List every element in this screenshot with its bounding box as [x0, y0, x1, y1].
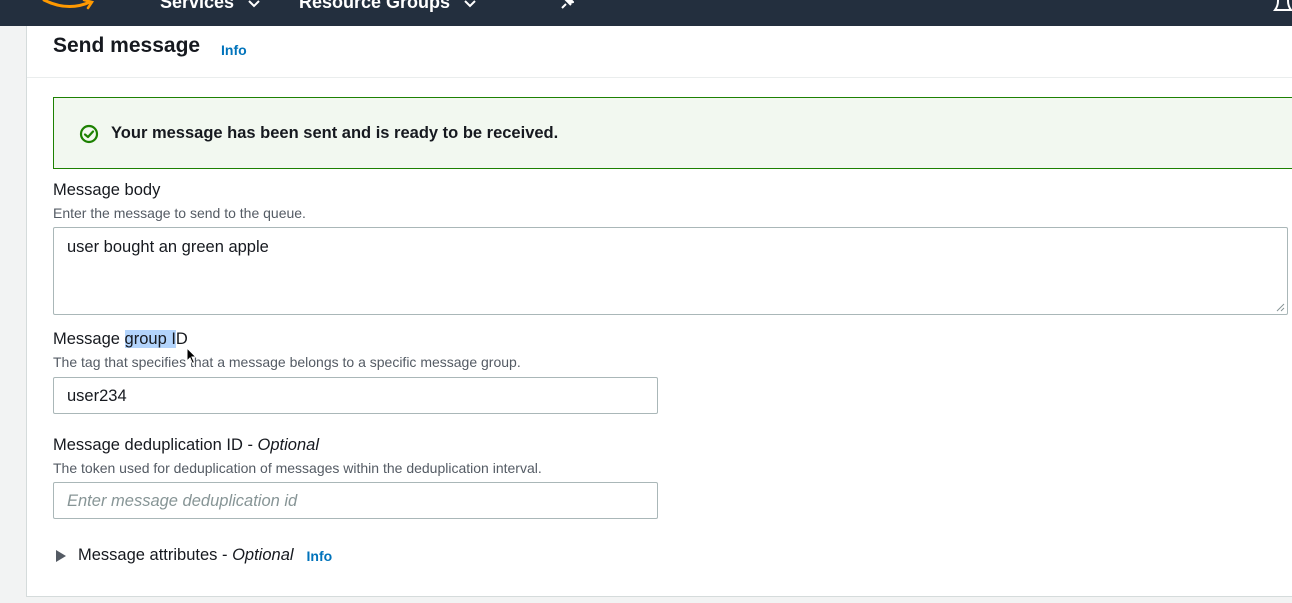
- chevron-down-icon: [248, 0, 260, 11]
- dedup-id-optional: Optional: [257, 436, 319, 454]
- message-attributes-label: Message attributes - Optional: [78, 546, 294, 565]
- group-id-input[interactable]: user234: [53, 377, 658, 414]
- services-menu[interactable]: Services: [160, 0, 260, 13]
- resource-groups-label: Resource Groups: [299, 0, 451, 12]
- group-id-value: user234: [67, 387, 127, 405]
- message-body-label: Message body: [53, 181, 161, 199]
- message-body-description: Enter the message to send to the queue.: [53, 205, 306, 221]
- message-attributes-expander[interactable]: Message attributes - Optional Info: [53, 546, 332, 565]
- dedup-id-label-text: Message deduplication ID -: [53, 436, 258, 454]
- left-sidebar-strip: [0, 26, 26, 603]
- message-attributes-label-text: Message attributes -: [78, 546, 233, 564]
- dedup-id-placeholder: Enter message deduplication id: [67, 492, 298, 510]
- notification-bell-icon[interactable]: [1271, 0, 1292, 14]
- dedup-id-input[interactable]: Enter message deduplication id: [53, 482, 658, 519]
- dedup-id-description: The token used for deduplication of mess…: [53, 460, 542, 476]
- top-navigation-bar: Services Resource Groups: [0, 0, 1292, 26]
- dedup-id-label: Message deduplication ID - Optional: [53, 436, 319, 455]
- panel-header: Send message Info: [27, 26, 1292, 78]
- group-id-label: Message group ID: [53, 330, 188, 349]
- send-message-panel: Send message Info Your message has been …: [26, 26, 1292, 597]
- message-attributes-optional: Optional: [232, 546, 294, 564]
- group-id-label-selected: group I: [124, 330, 176, 348]
- caret-right-icon: [56, 549, 66, 562]
- title-info-link[interactable]: Info: [221, 42, 247, 58]
- message-body-value: user bought an green apple: [67, 238, 269, 256]
- success-check-icon: [79, 124, 99, 144]
- resource-groups-menu[interactable]: Resource Groups: [299, 0, 476, 13]
- services-label: Services: [160, 0, 235, 12]
- chevron-down-icon: [464, 0, 476, 11]
- mouse-cursor-icon: [186, 347, 198, 365]
- group-id-label-prefix: Message: [53, 330, 125, 348]
- alert-message: Your message has been sent and is ready …: [111, 124, 559, 142]
- group-id-description: The tag that specifies that a message be…: [53, 354, 521, 370]
- aws-logo-icon[interactable]: [40, 0, 96, 18]
- message-body-textarea[interactable]: user bought an green apple: [53, 227, 1288, 315]
- group-id-label-suffix: D: [175, 330, 188, 348]
- success-alert: Your message has been sent and is ready …: [53, 97, 1292, 169]
- pin-icon[interactable]: [560, 0, 574, 10]
- attributes-info-link[interactable]: Info: [307, 548, 333, 564]
- resize-handle-icon[interactable]: [1276, 303, 1285, 312]
- page-title: Send message: [53, 34, 201, 57]
